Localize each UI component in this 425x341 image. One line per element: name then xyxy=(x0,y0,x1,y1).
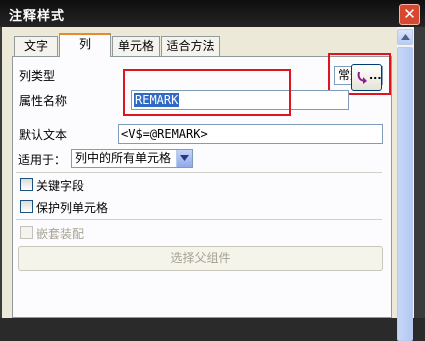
attribute-browse-button[interactable]: ... xyxy=(351,64,382,91)
title-bar: 注释样式 ✕ xyxy=(0,0,425,27)
default-text-label: 默认文本 xyxy=(19,128,68,142)
highlight-box-attribute xyxy=(123,69,291,116)
select-parent-component-button[interactable]: 选择父组件 xyxy=(18,246,383,271)
default-text-value: <V$=@REMARK> xyxy=(121,127,208,141)
key-field-checkbox[interactable] xyxy=(20,178,33,191)
apply-to-value: 列中的所有单元格 xyxy=(75,151,172,165)
protect-column-cells-label: 保护列单元格 xyxy=(36,201,109,215)
tab-column[interactable]: 列 xyxy=(59,33,111,57)
nested-assembly-checkbox[interactable] xyxy=(20,226,33,239)
nested-assembly-label: 嵌套装配 xyxy=(36,227,85,241)
right-edge xyxy=(414,27,425,318)
close-button[interactable]: ✕ xyxy=(399,4,420,25)
scroll-thumb[interactable] xyxy=(397,47,413,341)
column-type-label: 列类型 xyxy=(19,69,56,83)
scroll-up-button[interactable] xyxy=(397,29,413,45)
attribute-name-label: 属性名称 xyxy=(19,94,68,108)
apply-to-select[interactable]: 列中的所有单元格 xyxy=(71,149,193,168)
default-text-input[interactable]: <V$=@REMARK> xyxy=(118,124,383,144)
key-field-label: 关键字段 xyxy=(36,179,85,193)
protect-column-cells-checkbox[interactable] xyxy=(20,200,33,213)
divider xyxy=(16,172,382,173)
tab-text[interactable]: 文字 xyxy=(14,36,58,56)
divider xyxy=(16,219,382,220)
tab-cell[interactable]: 单元格 xyxy=(112,36,160,56)
chevron-up-icon xyxy=(401,34,410,40)
close-icon: ✕ xyxy=(403,5,416,23)
chevron-down-icon xyxy=(176,150,192,167)
scrollbar[interactable] xyxy=(397,27,414,341)
tab-fit-method[interactable]: 适合方法 xyxy=(161,36,220,56)
window-title: 注释样式 xyxy=(9,9,66,24)
apply-to-label: 适用于： xyxy=(18,153,67,167)
